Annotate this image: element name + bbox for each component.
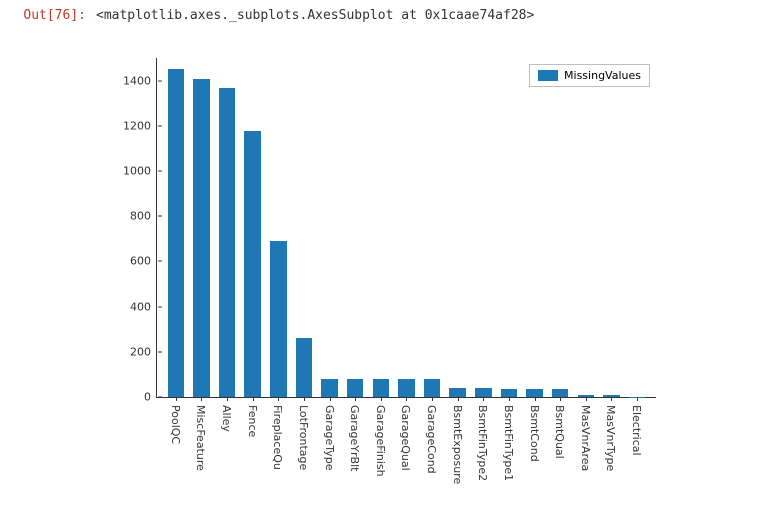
bar-slot: BsmtCond [522,58,548,397]
x-tick-label: Fence [246,405,259,437]
bar [526,389,542,397]
x-tick-label: Electrical [630,405,643,456]
x-tick-label: LotFrontage [297,405,310,470]
bar-slot: Alley [214,58,240,397]
bar-slot: MasVnrType [599,58,625,397]
x-tick-mark [227,397,228,401]
x-tick-mark [304,397,305,401]
bar-slot: GarageCond [419,58,445,397]
bar-slot: Electrical [624,58,650,397]
x-tick-label: FireplaceQu [271,405,284,470]
chart-area: 0200400600800100012001400 PoolQCMiscFeat… [96,40,671,510]
x-tick-label: MasVnrArea [579,405,592,471]
x-tick-label: BsmtQual [553,405,566,459]
output-prompt: Out[76]: [10,8,96,23]
legend: MissingValues [529,64,650,87]
x-tick-mark [483,397,484,401]
x-tick-mark [586,397,587,401]
x-tick-mark [253,397,254,401]
x-tick-label: MiscFeature [194,405,207,471]
y-tick-label: 800 [130,210,157,223]
y-tick-label: 400 [130,300,157,313]
x-tick-label: MasVnrType [604,405,617,471]
bar [373,379,389,397]
bar [475,388,491,397]
bar [449,388,465,397]
y-tick-label: 1000 [123,165,157,178]
x-tick-mark [560,397,561,401]
x-tick-label: GarageYrBlt [348,405,361,471]
x-tick-label: GarageCond [425,405,438,474]
x-tick-mark [406,397,407,401]
bar-slot: GarageType [317,58,343,397]
bar [270,241,286,397]
y-tick-label: 600 [130,255,157,268]
bar-slot: LotFrontage [291,58,317,397]
x-tick-mark [330,397,331,401]
bar-slot: BsmtFinType2 [471,58,497,397]
legend-label: MissingValues [564,69,641,82]
bar [296,338,312,397]
y-tick-label: 0 [144,391,157,404]
bar-slot: PoolQC [163,58,189,397]
bar-slot: Fence [240,58,266,397]
x-tick-mark [355,397,356,401]
y-tick-label: 1200 [123,119,157,132]
bars-layer: PoolQCMiscFeatureAlleyFenceFireplaceQuLo… [157,58,656,397]
bar [552,389,568,397]
plot-box: 0200400600800100012001400 PoolQCMiscFeat… [156,58,656,398]
bar-slot: BsmtQual [547,58,573,397]
bar [398,379,414,397]
bar [193,79,209,397]
bar-slot: GarageFinish [368,58,394,397]
plot-inner: 0200400600800100012001400 PoolQCMiscFeat… [157,58,656,397]
x-tick-mark [176,397,177,401]
x-tick-mark [509,397,510,401]
x-tick-label: BsmtCond [528,405,541,462]
x-tick-label: GarageFinish [374,405,387,477]
y-tick-label: 1400 [123,74,157,87]
x-tick-mark [201,397,202,401]
bar [347,379,363,397]
x-tick-label: PoolQC [169,405,182,444]
x-tick-label: GarageQual [399,405,412,471]
x-tick-mark [278,397,279,401]
bar [219,88,235,397]
x-tick-mark [432,397,433,401]
bar-slot: MiscFeature [189,58,215,397]
x-tick-mark [458,397,459,401]
bar [501,389,517,397]
bar [244,131,260,397]
x-tick-mark [637,397,638,401]
x-tick-mark [611,397,612,401]
repr-text: <matplotlib.axes._subplots.AxesSubplot a… [96,8,534,23]
bar-slot: FireplaceQu [266,58,292,397]
x-tick-label: Alley [220,405,233,432]
bar [168,69,184,397]
bar [321,379,337,397]
bar-slot: GarageYrBlt [342,58,368,397]
x-tick-mark [381,397,382,401]
x-tick-label: BsmtFinType1 [502,405,515,481]
output-row: Out[76]: <matplotlib.axes._subplots.Axes… [0,0,784,23]
x-tick-mark [535,397,536,401]
x-tick-label: BsmtFinType2 [476,405,489,481]
bar-slot: MasVnrArea [573,58,599,397]
x-tick-label: BsmtExposure [451,405,464,484]
bar-slot: GarageQual [394,58,420,397]
legend-swatch [538,70,558,81]
y-tick-label: 200 [130,345,157,358]
bar [424,379,440,397]
x-tick-label: GarageType [323,405,336,471]
bar-slot: BsmtFinType1 [496,58,522,397]
bar-slot: BsmtExposure [445,58,471,397]
